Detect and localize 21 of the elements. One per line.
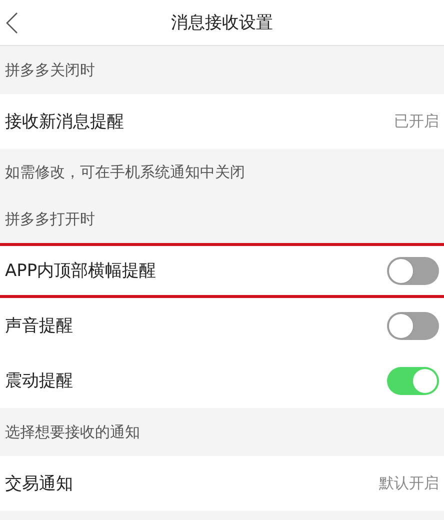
section-header: 拼多多关闭时 — [5, 60, 95, 80]
back-icon[interactable] — [5, 12, 19, 34]
setting-value: 默认开启 — [379, 474, 439, 493]
page-title: 消息接收设置 — [171, 12, 273, 34]
section-header: 拼多多打开时 — [5, 210, 95, 228]
setting-label: APP内顶部横幅提醒 — [5, 260, 156, 282]
setting-label: 交易通知 — [5, 473, 73, 495]
toggle-switch[interactable] — [387, 256, 439, 284]
setting-label: 声音提醒 — [5, 315, 73, 337]
note-text: 如需修改，可在手机系统通知中关闭 — [5, 162, 245, 182]
settings-row[interactable]: APP内顶部横幅提醒 — [0, 243, 444, 298]
settings-row[interactable]: 震动提醒 — [0, 353, 444, 408]
setting-label: 接收新消息提醒 — [5, 111, 124, 133]
settings-row[interactable]: 声音提醒 — [0, 298, 444, 353]
settings-row[interactable]: 交易通知 默认开启 — [0, 456, 444, 511]
toggle-switch[interactable] — [387, 312, 439, 340]
setting-value: 已开启 — [394, 112, 439, 131]
section-header: 选择想要接收的通知 — [5, 422, 140, 442]
setting-label: 震动提醒 — [5, 370, 73, 392]
settings-row[interactable]: 接收新消息提醒 已开启 — [0, 94, 444, 149]
toggle-switch[interactable] — [387, 366, 439, 394]
